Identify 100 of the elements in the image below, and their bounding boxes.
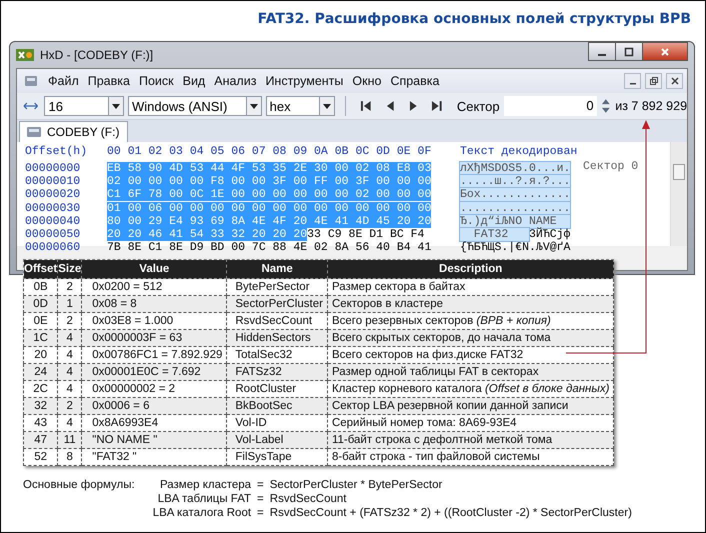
minimize-button[interactable]: [624, 73, 641, 89]
selected-text[interactable]: лХђMSDOS5.0...и.: [460, 162, 570, 175]
hex-bytes[interactable]: 7B 8E C1 8E D9 BD 00 7C 88 4E 02 8A 56 40 B4 41: [107, 241, 432, 254]
bytes-per-row-dropdown[interactable]: 16: [44, 96, 124, 116]
row-offset: 00000010: [25, 175, 82, 188]
base-dropdown[interactable]: hex: [266, 96, 336, 116]
row-offset: 00000050: [25, 228, 82, 242]
table-cell: BkBootSec: [226, 398, 328, 414]
formula-term: Размер кластера: [158, 479, 252, 491]
column-header: Value: [82, 260, 227, 278]
sector-label: Сектор: [456, 98, 500, 114]
close-icon: [670, 77, 678, 85]
formula-term: LBA таблицы FAT: [156, 493, 252, 505]
selected-text[interactable]: FAT32: [460, 228, 530, 241]
formulas-label: Основные формулы:: [23, 479, 136, 491]
page-heading: FAT32. Расшифровка основных полей структуры BPB: [256, 10, 692, 29]
table-cell: 8-байт строка - тип файловой системы: [327, 448, 614, 466]
sector-indicator: Сектор 0: [583, 160, 638, 173]
caret-icon: [250, 104, 258, 108]
table-cell: FilSysTape: [226, 448, 328, 466]
table-cell: 1: [58, 296, 82, 312]
minimize-icon: [598, 54, 606, 56]
table-cell: Всего скрытых секторов, до начала тома: [327, 330, 614, 346]
caret-icon: [323, 104, 332, 108]
selected-text[interactable]: .....ш..?.я.?...: [460, 175, 570, 188]
menu-item[interactable]: Инструменты: [265, 74, 344, 88]
formula-expression: RsvdSecCount: [270, 493, 348, 505]
selected-text[interactable]: Ђ.)д“iЉNO NAME: [460, 214, 570, 228]
table-cell: Секторов в кластере: [327, 296, 614, 312]
column-headers: 00 01 02 03 04 05 06 07 08 09 0A 0B 0C 0D 0E 0F: [107, 145, 432, 160]
window-title: HxD - [CODEBY (F:)]: [40, 48, 154, 62]
restore-button[interactable]: [645, 73, 662, 89]
table-cell: FATSz32: [226, 364, 328, 380]
table-cell: 0x0006 = 6: [82, 398, 227, 414]
menu-item[interactable]: Поиск: [138, 74, 174, 88]
column-header: Description: [327, 260, 614, 278]
row-offset: 00000020: [25, 188, 82, 202]
previous-icon[interactable]: [384, 100, 396, 112]
menu-item[interactable]: Правка: [88, 74, 130, 88]
column-header: Name: [226, 260, 328, 278]
row-offset: 00000060: [25, 241, 82, 254]
table-cell: 52: [24, 448, 58, 466]
table-cell: 47: [24, 432, 58, 448]
table-cell: 4: [58, 330, 82, 346]
decoded-text[interactable]: 3ЙЋСjф: [529, 228, 570, 241]
sector-total: из 7 892 929: [615, 99, 688, 113]
column-header: Offset: [24, 260, 58, 278]
equals-sign: =: [257, 479, 264, 491]
charset-dropdown[interactable]: Windows (ANSI): [128, 96, 262, 116]
caret-icon: [112, 104, 120, 108]
table-cell: "NO NAME ": [82, 432, 227, 448]
maximize-button[interactable]: [615, 42, 643, 61]
table-cell: Vol-Label: [226, 432, 328, 448]
menu-item[interactable]: Вид: [182, 74, 206, 88]
close-button[interactable]: [666, 73, 683, 89]
table-cell: 24: [24, 364, 58, 380]
table-cell: HiddenSectors: [226, 330, 328, 346]
text-header: Текст декодирован: [459, 145, 578, 160]
formula-term: LBA каталога Root: [152, 507, 252, 519]
sector-field[interactable]: 0: [504, 96, 597, 116]
table-cell: 0x00001E0C = 7.692: [82, 364, 227, 380]
document-tab[interactable]: CODEBY (F:): [19, 121, 128, 142]
first-icon[interactable]: [360, 100, 372, 112]
table-cell: 0x08 = 8: [82, 296, 227, 312]
table-cell: 0x0000003F = 63: [82, 330, 227, 346]
table-cell: 11-байт строка с дефолтной меткой тома: [327, 432, 614, 448]
table-cell: 8: [58, 448, 82, 466]
menu-item[interactable]: Файл: [48, 74, 79, 88]
table-cell: Сектор LBA резервной копии данной записи: [327, 398, 614, 414]
table-cell: 11: [58, 432, 82, 448]
decoded-text[interactable]: {ЋБЋЩS.|€N.ЉV@ґА: [460, 241, 570, 254]
restore-icon: [650, 77, 658, 85]
spinner-icon[interactable]: [600, 97, 610, 115]
selected-text[interactable]: Бох.............: [460, 188, 570, 202]
last-icon[interactable]: [431, 100, 443, 112]
menu-item[interactable]: Анализ: [214, 74, 256, 88]
offset-header: Offset(h): [25, 145, 88, 160]
width-arrows-icon[interactable]: [23, 100, 38, 112]
table-cell: 2: [58, 398, 82, 414]
vertical-scrollbar[interactable]: [670, 142, 687, 246]
equals-sign: =: [257, 493, 264, 505]
table-cell: 32: [24, 398, 58, 414]
hex-bytes[interactable]: 33 C9 8E D1 BC F4: [307, 228, 424, 241]
row-offset: 00000040: [25, 214, 82, 228]
next-icon[interactable]: [408, 100, 420, 112]
table-cell: 0D: [24, 296, 58, 312]
menu-item[interactable]: Справка: [390, 74, 440, 88]
menu-item[interactable]: Окно: [352, 74, 382, 88]
table-cell: "FAT32 ": [82, 448, 227, 466]
close-button[interactable]: [642, 42, 688, 61]
minimize-button[interactable]: [588, 42, 616, 61]
column-header: Size: [58, 260, 82, 278]
app-logo-icon: [16, 48, 34, 62]
equals-sign: =: [257, 507, 264, 519]
formula-expression: RsvdSecCount + (FATSz32 * 2) + ((RootCluster -2) * SectorPerCluster): [270, 507, 632, 519]
row-offset: 00000000: [25, 162, 82, 176]
table-cell: 4: [58, 364, 82, 380]
table-cell: 1C: [24, 330, 58, 346]
close-icon: [660, 46, 670, 56]
selected-text[interactable]: ................: [460, 202, 570, 215]
